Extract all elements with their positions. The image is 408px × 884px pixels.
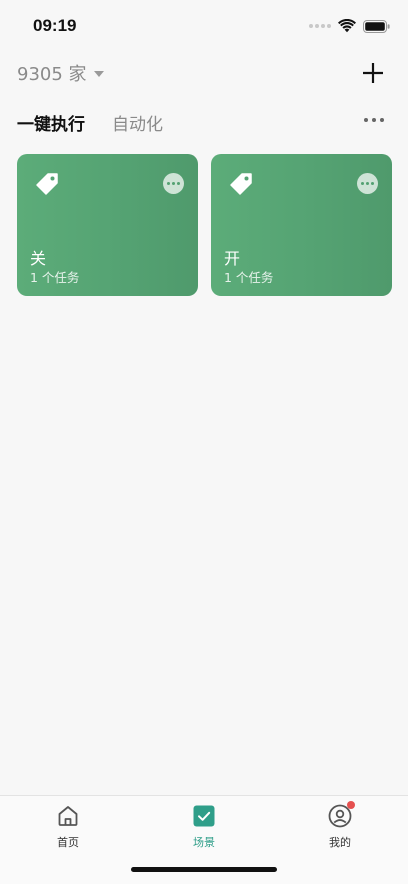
scene-card-on[interactable]: 开 1 个任务 bbox=[211, 154, 392, 296]
scene-check-icon bbox=[193, 805, 215, 827]
scene-tabs: 一键执行 自动化 bbox=[17, 108, 163, 136]
scene-title: 开 bbox=[224, 249, 241, 268]
plus-icon bbox=[363, 63, 383, 83]
home-name: 9305 家 bbox=[17, 64, 87, 85]
tabbar-item-scene[interactable]: 场景 bbox=[174, 804, 234, 850]
tabbar-item-home[interactable]: 首页 bbox=[38, 804, 98, 850]
home-selector[interactable]: 9305 家 bbox=[17, 60, 104, 86]
scene-card-off[interactable]: 关 1 个任务 bbox=[17, 154, 198, 296]
tabbar-label: 首页 bbox=[57, 836, 79, 849]
status-indicators bbox=[309, 16, 390, 36]
tab-one-click[interactable]: 一键执行 bbox=[17, 110, 85, 135]
home-indicator bbox=[131, 867, 277, 872]
tag-icon bbox=[36, 173, 58, 195]
status-time: 09:19 bbox=[33, 16, 77, 35]
battery-icon bbox=[363, 19, 390, 33]
signal-icon bbox=[309, 24, 331, 28]
status-bar: 09:19 bbox=[0, 0, 408, 52]
home-icon bbox=[58, 806, 78, 826]
notification-badge bbox=[347, 801, 355, 809]
scene-title: 关 bbox=[30, 249, 47, 268]
tabbar-label: 场景 bbox=[193, 836, 215, 849]
tab-automation[interactable]: 自动化 bbox=[112, 110, 163, 135]
wifi-icon bbox=[338, 19, 356, 33]
tabbar-item-profile[interactable]: 我的 bbox=[310, 801, 370, 850]
scene-task-count: 1 个任务 bbox=[224, 270, 274, 285]
tag-icon bbox=[230, 173, 252, 195]
scene-more-button[interactable] bbox=[357, 173, 378, 194]
tabbar-label: 我的 bbox=[329, 836, 351, 849]
add-scene-button[interactable] bbox=[360, 60, 386, 86]
profile-icon bbox=[328, 801, 355, 828]
caret-down-icon bbox=[93, 71, 104, 77]
scene-task-count: 1 个任务 bbox=[30, 270, 80, 285]
scene-list: 关 1 个任务 开 1 个任务 bbox=[17, 154, 392, 296]
more-options-button[interactable] bbox=[364, 118, 384, 122]
scene-more-button[interactable] bbox=[163, 173, 184, 194]
